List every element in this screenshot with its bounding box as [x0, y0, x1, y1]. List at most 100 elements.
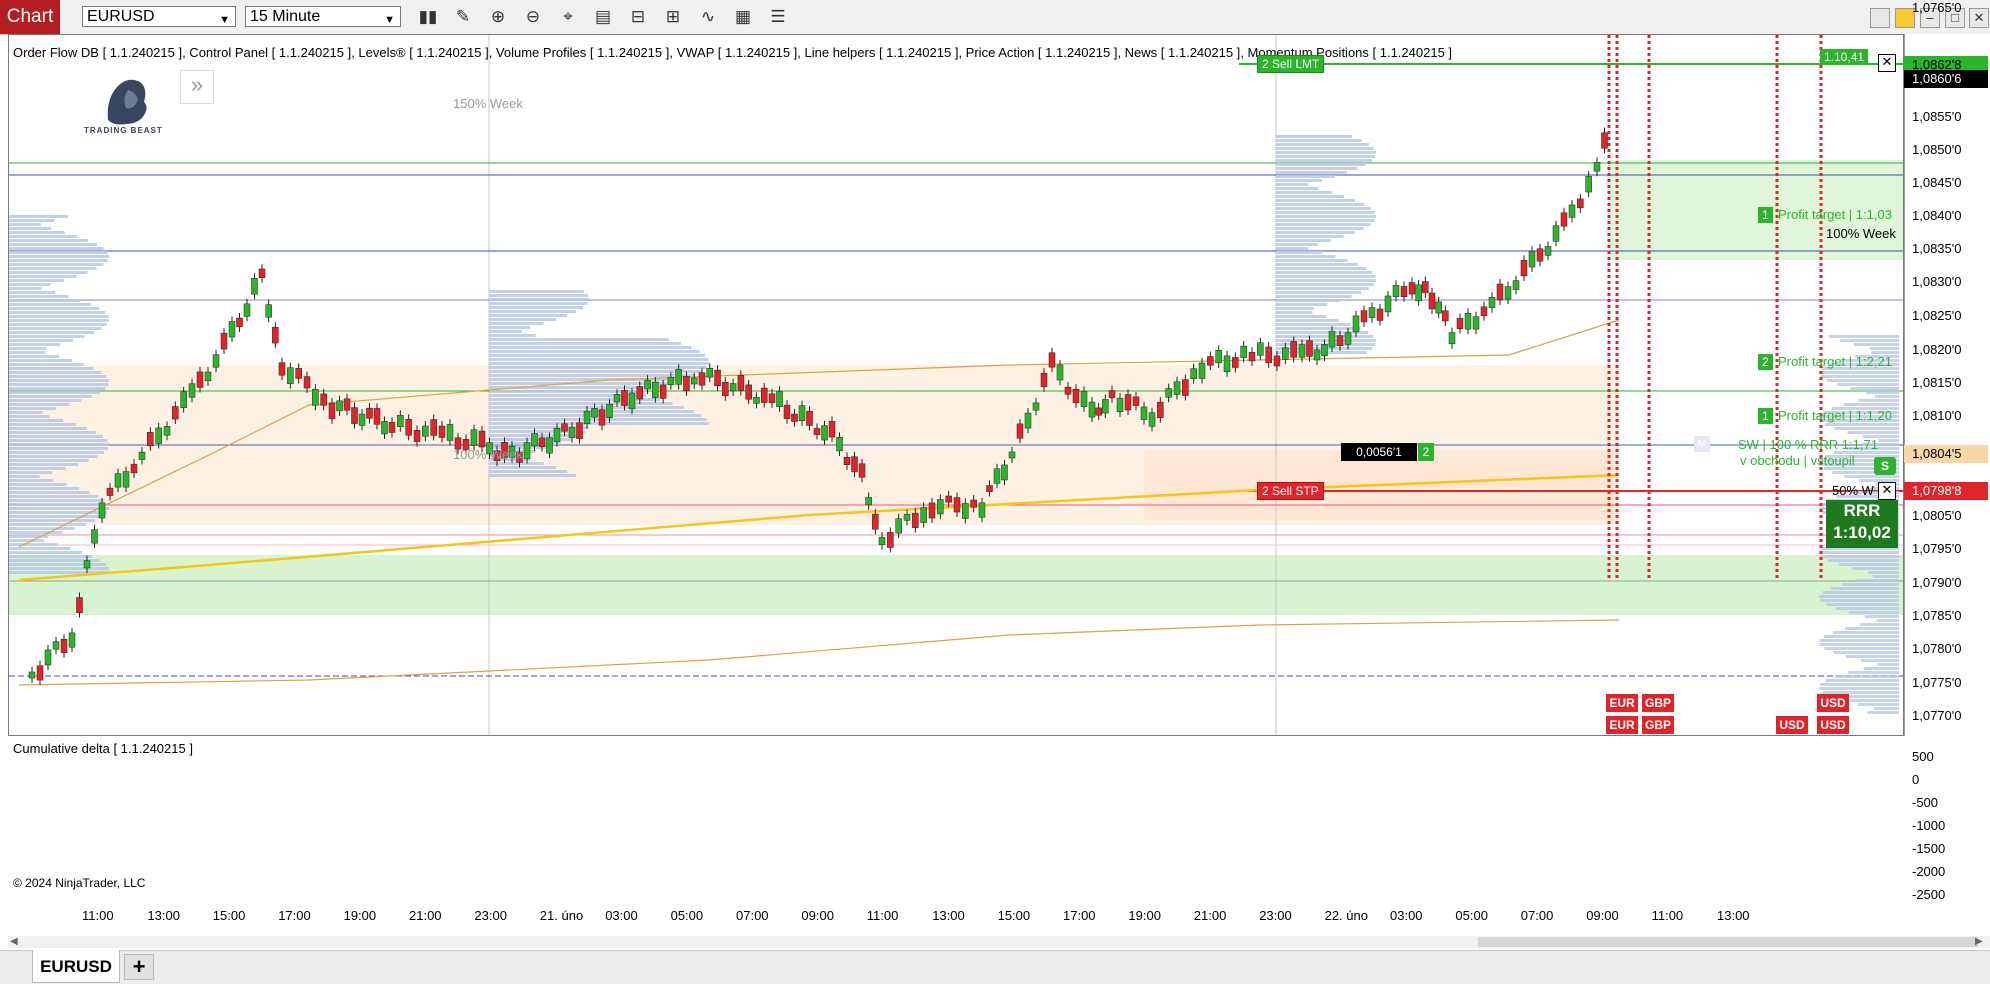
- pencil-icon[interactable]: ✎: [451, 5, 475, 29]
- indicator-icon[interactable]: ∿: [696, 5, 720, 29]
- news-tag-usd[interactable]: USD: [1817, 694, 1849, 712]
- candle-body: [122, 471, 130, 488]
- volume-profile-bar: [1861, 659, 1899, 662]
- volume-profile-bar: [1872, 575, 1899, 578]
- candle-body: [1568, 204, 1576, 218]
- position-qty-box[interactable]: 2: [1418, 443, 1434, 461]
- zoom-out-icon[interactable]: ⊖: [521, 5, 545, 29]
- news-tag-usd[interactable]: USD: [1817, 716, 1849, 734]
- tab-eurusd[interactable]: EURUSD: [32, 950, 120, 983]
- candle-body: [1173, 381, 1181, 395]
- volume-profile-bar: [9, 503, 109, 506]
- volume-profile-bar: [1276, 223, 1371, 226]
- candle-body: [1016, 423, 1024, 439]
- collapse-panel-button[interactable]: »: [180, 70, 214, 104]
- volume-profile-bar: [1276, 303, 1328, 306]
- volume-profile-bar: [9, 259, 108, 262]
- chart-trader-icon[interactable]: ▦: [731, 5, 755, 29]
- volume-profile-bar: [9, 519, 96, 522]
- volume-profile-bar: [1276, 283, 1374, 286]
- delta-tick-label: -1500: [1912, 841, 1946, 856]
- candle-body: [373, 408, 381, 425]
- sell-limit-order-tag[interactable]: 2 Sell LMT: [1257, 55, 1325, 73]
- candle-body: [1520, 260, 1528, 277]
- volume-profile-bar: [489, 338, 669, 341]
- volume-profile-bar: [489, 354, 706, 357]
- data-box-icon[interactable]: ▤: [591, 5, 615, 29]
- candle-body: [636, 386, 644, 400]
- interval-selector[interactable]: 15 Minute ▼: [245, 6, 401, 27]
- profit-target-103[interactable]: Profit target | 1:1,03: [1778, 207, 1892, 222]
- time-tick-label: 07:00: [736, 908, 769, 923]
- zoom-in-icon[interactable]: ⊕: [486, 5, 510, 29]
- volume-profile-bar: [489, 310, 577, 313]
- candle-body: [1392, 285, 1400, 297]
- time-tick-label: 11:00: [82, 908, 114, 923]
- price-tick-label: 1,0815'0: [1912, 375, 1962, 390]
- candle-body: [1064, 386, 1072, 395]
- candle-body: [1488, 297, 1496, 308]
- volume-profile-bar: [1868, 571, 1899, 574]
- candle-body: [851, 456, 858, 473]
- instrument-selector[interactable]: EURUSD ▼: [82, 6, 236, 27]
- volume-profile-bar: [9, 403, 70, 406]
- candle-body: [1408, 282, 1416, 295]
- horizontal-scrollbar[interactable]: [8, 936, 1990, 948]
- price-tick-label: 1,0825'0: [1912, 308, 1962, 323]
- minimize-tab-icon[interactable]: [1870, 8, 1890, 28]
- candle-body: [937, 499, 944, 515]
- limit-price-value[interactable]: 1.10,41: [1820, 49, 1869, 65]
- add-tab-button[interactable]: +: [124, 954, 154, 980]
- volume-profile-bar: [9, 347, 47, 350]
- candle-body: [1585, 176, 1592, 193]
- candle-body: [1248, 352, 1256, 362]
- properties-icon[interactable]: ⊟: [626, 5, 650, 29]
- list-icon[interactable]: ☰: [766, 5, 790, 29]
- bar-chart-icon[interactable]: ▮▮: [416, 5, 440, 29]
- profit-target-221[interactable]: Profit target | 1:2,21: [1778, 354, 1892, 369]
- candle-body: [1504, 286, 1512, 300]
- candle-body: [865, 497, 872, 506]
- news-tag-eur[interactable]: EUR: [1606, 694, 1638, 712]
- logo-caption: TRADING BEAST: [84, 126, 163, 135]
- volume-profile-bar: [1276, 195, 1345, 198]
- time-tick-label: 21. úno: [539, 908, 584, 923]
- news-tag-usd[interactable]: USD: [1776, 716, 1808, 734]
- volume-profile-bar: [1867, 711, 1899, 714]
- volume-profile-bar: [1276, 147, 1374, 150]
- time-tick-label: 23:00: [1259, 908, 1292, 923]
- position-value-box[interactable]: 0,0056'1: [1341, 443, 1417, 461]
- candle-body: [798, 405, 806, 421]
- volume-profile-bar: [9, 339, 74, 342]
- volume-profile-bar: [489, 330, 522, 333]
- time-tick-label: 15:00: [997, 908, 1031, 923]
- candle-body: [760, 387, 768, 403]
- chart-panel[interactable]: [8, 34, 1904, 736]
- candle-body: [1480, 306, 1488, 316]
- crosshair-icon[interactable]: ⌖: [556, 5, 580, 29]
- candle-body: [753, 397, 760, 404]
- scroll-right-icon[interactable]: ▶: [1975, 936, 1983, 947]
- volume-profile-bar: [9, 343, 61, 346]
- candle-body: [138, 451, 146, 460]
- profit-target-120[interactable]: Profit target | 1:1,20: [1778, 408, 1892, 423]
- chart-menu-button[interactable]: Chart: [0, 0, 60, 34]
- volume-profile-bar: [1276, 183, 1308, 186]
- price-chart-canvas[interactable]: [9, 35, 1904, 736]
- news-tag-gbp[interactable]: GBP: [1642, 716, 1674, 734]
- news-tag-gbp[interactable]: GBP: [1642, 694, 1674, 712]
- candle-body: [745, 384, 752, 400]
- news-tag-eur[interactable]: EUR: [1606, 716, 1638, 734]
- s-badge[interactable]: S: [1874, 457, 1896, 475]
- candle-body: [204, 371, 212, 382]
- close-icon[interactable]: ✕: [1969, 8, 1989, 28]
- close-icon[interactable]: ✕: [1878, 482, 1896, 500]
- scroll-left-icon[interactable]: ◀: [10, 936, 18, 947]
- volume-profile-bar: [489, 298, 589, 301]
- scrollbar-thumb[interactable]: [1478, 937, 1978, 947]
- price-tick-label: 1,0830'0: [1912, 274, 1962, 289]
- strategy-icon[interactable]: ⊞: [661, 5, 685, 29]
- sell-stop-order-tag[interactable]: 2 Sell STP: [1257, 482, 1324, 500]
- volume-profile-bar: [9, 247, 104, 250]
- close-icon[interactable]: ✕: [1878, 54, 1896, 72]
